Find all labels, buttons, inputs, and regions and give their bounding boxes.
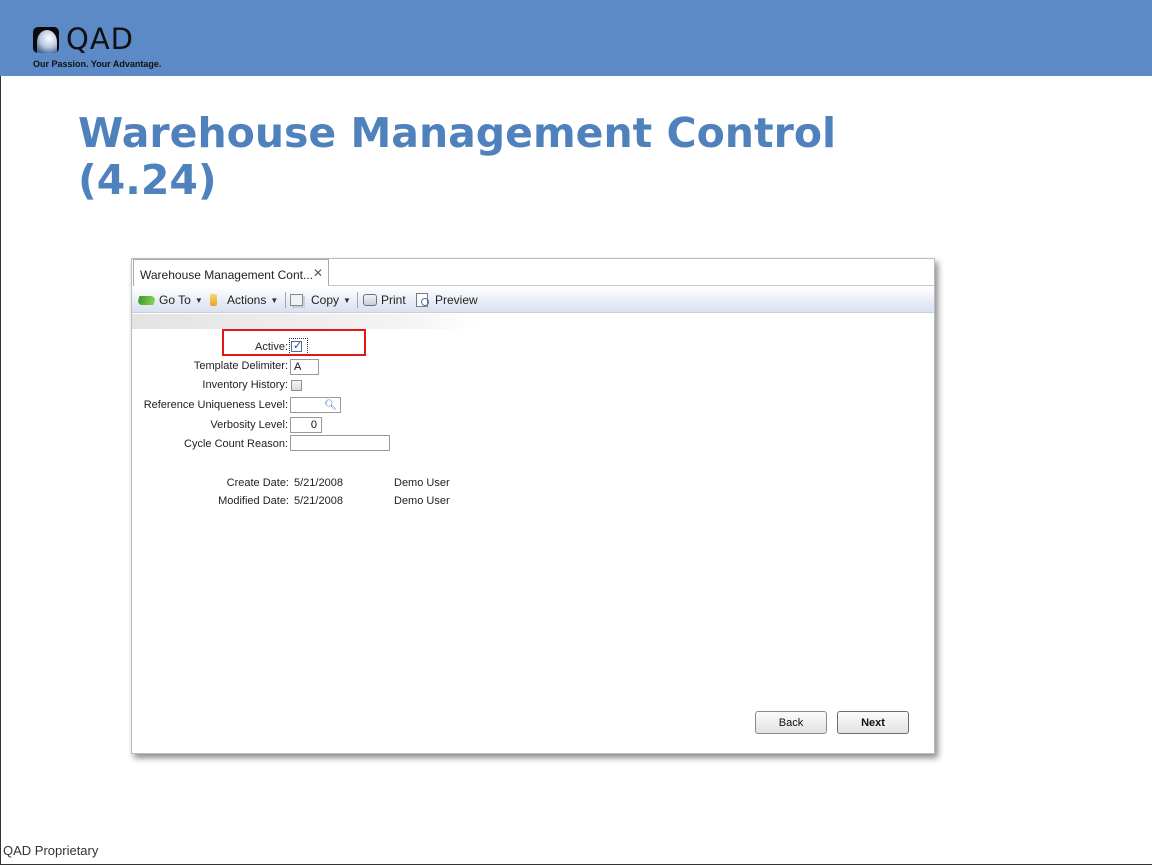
verbosity-field[interactable]: 0: [290, 417, 322, 433]
cycle-count-reason-field[interactable]: [290, 435, 390, 451]
actions-button[interactable]: Actions ▼: [210, 293, 278, 307]
lookup-search-icon[interactable]: 🔍︎: [324, 399, 337, 413]
slide-title-line2: (4.24): [78, 155, 217, 204]
toolbar-separator: [357, 292, 358, 308]
goto-button[interactable]: Go To ▼: [136, 293, 203, 307]
print-icon: [363, 294, 377, 306]
verbosity-label: Verbosity Level:: [210, 419, 288, 431]
goto-icon: [136, 295, 157, 305]
toolbar-separator: [285, 292, 286, 308]
actions-icon: [210, 294, 217, 306]
preview-button[interactable]: Preview: [416, 293, 478, 307]
slide-title: Warehouse Management Control (4.24): [78, 110, 978, 203]
header-bar: QAD Our Passion. Your Advantage.: [0, 0, 1152, 76]
qad-logo-icon: [33, 27, 59, 53]
modified-date-value: 5/21/2008: [294, 495, 343, 507]
footer-text: QAD Proprietary: [3, 843, 99, 858]
close-icon[interactable]: ✕: [313, 266, 323, 280]
toolbar-subbar: [132, 314, 478, 329]
copy-button[interactable]: Copy ▼: [290, 293, 351, 307]
chevron-down-icon: ▼: [194, 295, 203, 305]
inventory-history-label: Inventory History:: [202, 379, 288, 391]
chevron-down-icon: ▼: [343, 295, 351, 305]
toolbar: Go To ▼ Actions ▼ Copy ▼ Print Preview: [132, 287, 934, 313]
cycle-count-reason-label: Cycle Count Reason:: [184, 438, 288, 450]
print-label: Print: [381, 293, 406, 307]
create-date-label: Create Date:: [226, 477, 289, 489]
modified-user-value: Demo User: [394, 495, 450, 507]
logo-text: QAD: [66, 22, 134, 56]
template-delimiter-label: Template Delimiter:: [193, 360, 288, 372]
tab-strip-divider: [328, 285, 934, 286]
copy-label: Copy: [311, 293, 340, 307]
copy-icon: [290, 294, 303, 306]
template-delimiter-field[interactable]: A: [290, 359, 319, 375]
actions-label: Actions: [227, 293, 267, 307]
chevron-down-icon: ▼: [270, 295, 279, 305]
modified-date-label: Modified Date:: [218, 495, 289, 507]
create-date-value: 5/21/2008: [294, 477, 343, 489]
print-button[interactable]: Print: [363, 293, 406, 307]
preview-icon: [416, 293, 429, 307]
slide-title-line1: Warehouse Management Control: [78, 109, 837, 157]
highlight-box: [222, 329, 366, 356]
reference-uniqueness-field[interactable]: 🔍︎: [290, 397, 341, 413]
tab-label: Warehouse Management Cont...: [140, 268, 313, 282]
reference-uniqueness-label: Reference Uniqueness Level:: [143, 399, 288, 411]
preview-label: Preview: [435, 293, 478, 307]
create-user-value: Demo User: [394, 477, 450, 489]
app-window: Warehouse Management Cont... ✕ Go To ▼ A…: [131, 258, 935, 754]
logo-tagline: Our Passion. Your Advantage.: [33, 59, 162, 69]
next-button[interactable]: Next: [837, 711, 909, 734]
tab-warehouse-management-control[interactable]: Warehouse Management Cont... ✕: [133, 259, 329, 286]
goto-label: Go To: [159, 293, 191, 307]
inventory-history-checkbox[interactable]: [291, 380, 302, 391]
qad-logo: QAD Our Passion. Your Advantage.: [30, 22, 180, 70]
back-button[interactable]: Back: [755, 711, 827, 734]
